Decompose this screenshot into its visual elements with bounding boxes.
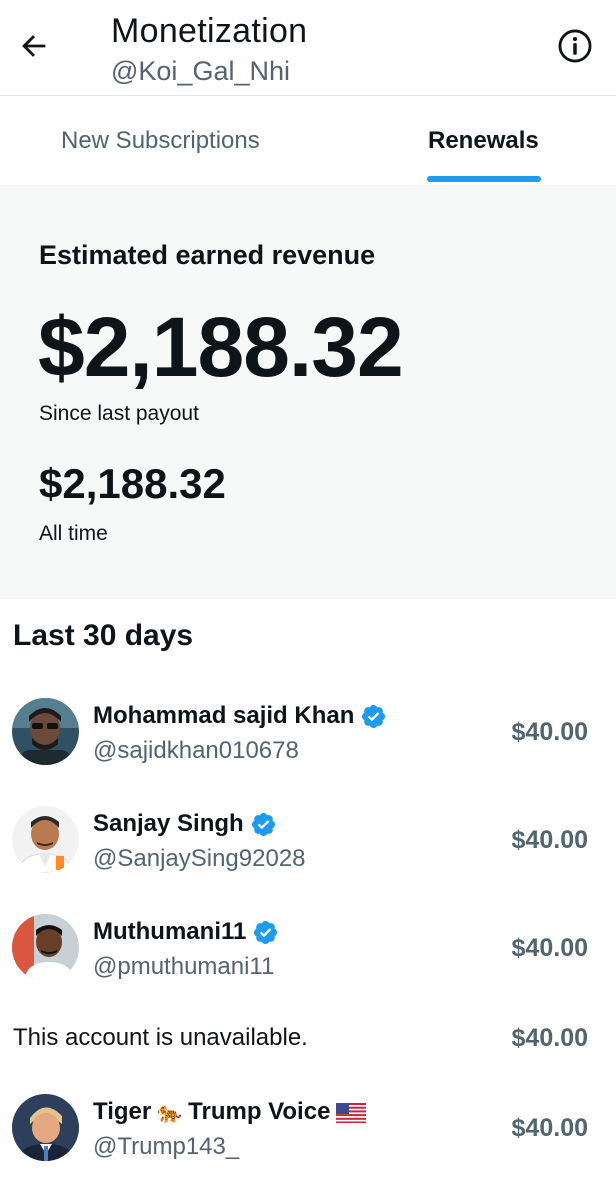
subscriber-amount: $40.00 <box>511 718 588 746</box>
subscriber-amount: $40.00 <box>511 826 588 854</box>
verified-badge-icon <box>250 811 277 838</box>
avatar[interactable] <box>12 914 79 981</box>
revenue-panel: Estimated earned revenue $2,188.32 Since… <box>0 185 616 599</box>
arrow-left-icon <box>17 29 51 68</box>
since-payout-amount: $2,188.32 <box>38 300 404 394</box>
page-title: Monetization <box>111 12 308 50</box>
tiger-emoji: 🐅 <box>157 1101 183 1124</box>
us-flag-icon <box>336 1102 367 1123</box>
subscriber-row[interactable]: Tiger 🐅 Trump Voice @Trump143_ $40.00 <box>0 1078 616 1178</box>
section-title: Last 30 days <box>13 619 194 652</box>
subscriber-name-text: Mohammad sajid Khan <box>93 702 355 729</box>
avatar[interactable] <box>12 698 79 765</box>
subscriber-name: Mohammad sajid Khan <box>93 702 387 730</box>
revenue-heading: Estimated earned revenue <box>39 240 376 270</box>
tab-renewals[interactable]: Renewals <box>428 97 539 185</box>
subscriber-name-text: Tiger <box>93 1098 152 1125</box>
info-button[interactable] <box>555 28 595 68</box>
subscriber-amount: $40.00 <box>511 934 588 962</box>
back-button[interactable] <box>14 28 54 68</box>
subscriber-row[interactable]: Sanjay Singh @SanjaySing92028 $40.00 <box>0 790 616 890</box>
subscriber-row[interactable]: Muthumani11 @pmuthumani11 $40.00 <box>0 898 616 998</box>
subscriber-handle: @SanjaySing92028 <box>93 845 306 872</box>
subscriber-name: Muthumani11 <box>93 918 279 946</box>
avatar[interactable] <box>12 1094 79 1161</box>
verified-badge-icon <box>252 919 279 946</box>
unavailable-account-text: This account is unavailable. <box>13 1024 308 1051</box>
all-time-amount: $2,188.32 <box>39 460 226 507</box>
subscriber-handle: @pmuthumani11 <box>93 953 275 980</box>
verified-badge-icon <box>360 703 387 730</box>
top-bar: Monetization @Koi_Gal_Nhi <box>0 0 616 96</box>
subscriber-row-unavailable[interactable]: This account is unavailable. $40.00 <box>0 1000 616 1076</box>
avatar[interactable] <box>12 806 79 873</box>
all-time-label: All time <box>39 522 108 545</box>
since-payout-label: Since last payout <box>39 402 199 425</box>
subscriber-name-text-2: Trump Voice <box>188 1098 331 1125</box>
subscriber-handle: @Trump143_ <box>93 1133 240 1160</box>
active-tab-indicator <box>427 176 541 182</box>
subscriber-name: Sanjay Singh <box>93 810 277 838</box>
subscriber-name-text: Muthumani11 <box>93 918 247 945</box>
subscriber-amount: $40.00 <box>511 1024 588 1052</box>
info-circle-icon <box>556 27 594 70</box>
subscriber-handle: @sajidkhan010678 <box>93 737 299 764</box>
subscriber-row[interactable]: Mohammad sajid Khan @sajidkhan010678 $40… <box>0 682 616 782</box>
tab-new-subscriptions[interactable]: New Subscriptions <box>61 97 260 185</box>
subscriber-amount: $40.00 <box>511 1114 588 1142</box>
subscriber-name-text: Sanjay Singh <box>93 810 244 837</box>
tab-bar: New Subscriptions Renewals <box>0 97 616 185</box>
account-handle: @Koi_Gal_Nhi <box>111 56 290 86</box>
subscriber-name: Tiger 🐅 Trump Voice <box>93 1098 367 1126</box>
